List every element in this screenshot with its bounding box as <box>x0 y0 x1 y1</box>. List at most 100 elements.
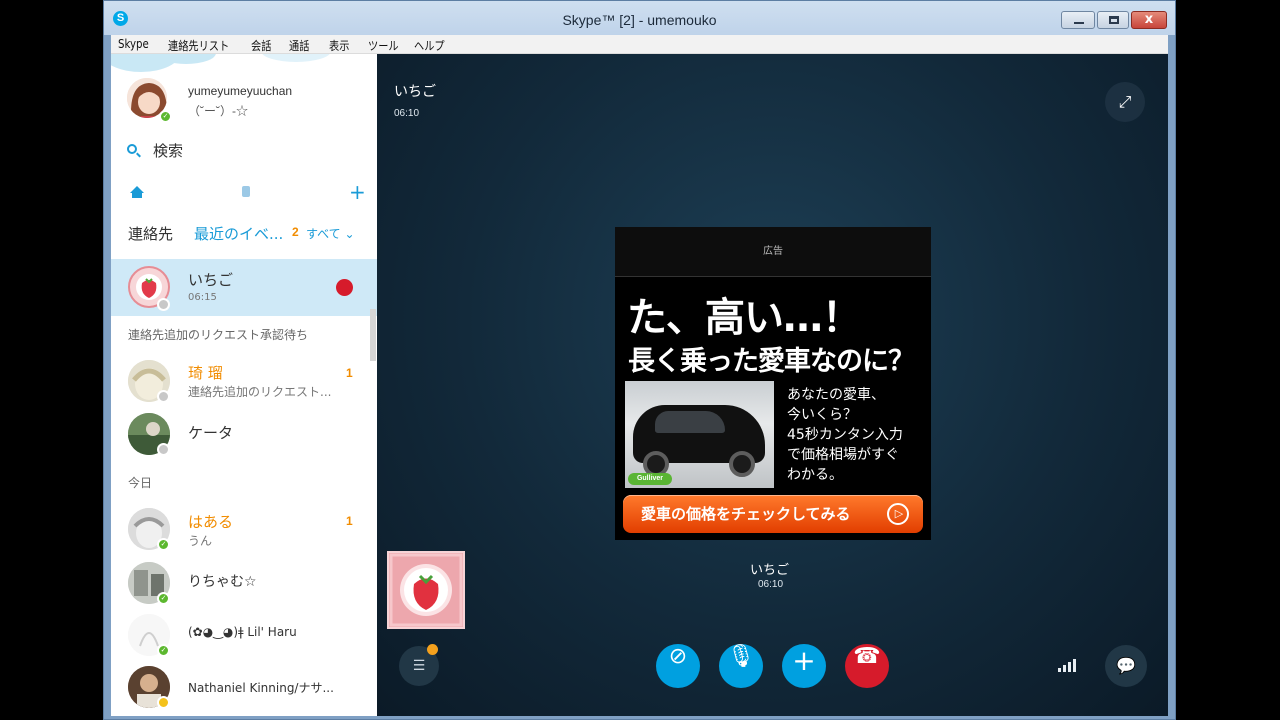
ad-cta-button[interactable]: 愛車の価格をチェックしてみる ▷ <box>623 495 923 533</box>
nav-toolbar: + <box>111 182 377 204</box>
ad-cta-label: 愛車の価格をチェックしてみる <box>641 505 851 523</box>
away-status-icon <box>157 696 170 709</box>
unread-badge: 1 <box>346 514 353 528</box>
unread-badge: 1 <box>346 366 353 380</box>
mute-button[interactable]: 🎙 <box>719 644 763 688</box>
menu-contacts[interactable]: 連絡先リスト <box>168 37 229 54</box>
fullscreen-button[interactable]: ⤢ <box>1105 82 1145 122</box>
skype-window: S Skype™ [2] - umemouko x Skype 連絡先リスト 会… <box>103 0 1176 720</box>
call-timer: 06:10 <box>394 108 420 119</box>
microphone-icon: 🎙 <box>727 644 755 669</box>
car-window-shape <box>655 411 725 433</box>
pending-status-icon <box>157 443 170 456</box>
close-button[interactable]: x <box>1131 11 1167 29</box>
filter-all-dropdown[interactable]: すべて ⌄ <box>306 225 355 242</box>
minimize-icon <box>1074 22 1084 24</box>
window-title: Skype™ [2] - umemouko <box>562 12 717 28</box>
video-toggle-button[interactable]: ⊘ <box>656 644 700 688</box>
menu-tools[interactable]: ツール <box>368 37 399 54</box>
contact-row[interactable]: ✓ (✿◕‿◕)ǂ Lil' Haru <box>111 610 377 662</box>
tab-recent[interactable]: 最近のイベ... <box>194 223 283 244</box>
search-icon <box>127 144 137 154</box>
contact-name: ケータ <box>188 424 234 442</box>
ad-car-image: Gulliver <box>625 381 774 488</box>
recent-count-badge: 2 <box>292 225 299 239</box>
cloud-decoration <box>261 54 331 62</box>
add-to-call-button[interactable]: + <box>782 644 826 688</box>
pending-status-icon <box>157 298 170 311</box>
hang-up-icon[interactable] <box>336 279 353 296</box>
online-status-icon: ✓ <box>157 592 170 605</box>
tab-contacts[interactable]: 連絡先 <box>128 223 173 244</box>
fullscreen-icon: ⤢ <box>1118 92 1132 111</box>
contact-status-text: 連絡先追加のリクエスト... <box>188 385 332 399</box>
add-contact-icon[interactable]: + <box>349 182 366 202</box>
active-call-row[interactable]: いちご 06:15 <box>111 259 377 316</box>
menu-bar: Skype 連絡先リスト 会話 通話 表示 ツール ヘルプ <box>111 35 1168 54</box>
profile-mood[interactable]: （˘ー˘）-☆ <box>188 102 248 119</box>
contact-status-text: うん <box>188 534 213 548</box>
contact-name: 琦 瑠 <box>188 364 223 382</box>
minimize-button[interactable] <box>1061 11 1095 29</box>
chat-icon: 💬 <box>1116 656 1136 675</box>
ad-subheadline: 長く乗った愛車なのに？ <box>628 346 915 377</box>
menu-view[interactable]: 表示 <box>329 37 349 54</box>
plus-icon: + <box>792 644 816 677</box>
home-icon[interactable] <box>130 186 144 198</box>
ad-body-line: 今いくら？ <box>787 407 857 423</box>
contact-name: (✿◕‿◕)ǂ Lil' Haru <box>188 625 297 639</box>
play-arrow-icon: ▷ <box>887 503 909 525</box>
contact-name: Nathaniel Kinning/ナサ... <box>188 681 334 695</box>
ad-body: あなたの愛車、 今いくら？ 45秒カンタン入力 で価格相場がすぐ わかる。 <box>787 385 927 485</box>
dial-pad-icon[interactable] <box>242 186 250 197</box>
menu-call[interactable]: 通話 <box>289 37 309 54</box>
online-status-icon: ✓ <box>159 110 172 123</box>
call-stage: いちご 06:10 ⤢ 広告 た、高い…！ 長く乗った愛車なのに？ Gulliv… <box>377 54 1168 716</box>
section-pending: 連絡先追加のリクエスト承認待ち <box>128 328 309 342</box>
caller-name: いちご <box>394 84 436 100</box>
contact-row[interactable]: ✓ りちゃむ☆ <box>111 558 377 610</box>
contact-name: はある <box>188 513 234 531</box>
sidebar: ✓ yumeyumeyuuchan （˘ー˘）-☆ 検索 + 連絡先 最近のイベ… <box>111 54 377 716</box>
menu-conversation[interactable]: 会話 <box>251 37 271 54</box>
ad-body-line: わかる。 <box>787 467 843 483</box>
video-off-icon: ⊘ <box>668 644 688 669</box>
car-wheel <box>729 451 755 477</box>
maximize-button[interactable] <box>1097 11 1129 29</box>
self-video-preview[interactable] <box>387 551 465 629</box>
chat-button[interactable]: 💬 <box>1105 645 1147 687</box>
hang-up-button[interactable]: ☎ <box>845 644 889 688</box>
menu-skype[interactable]: Skype <box>118 37 149 51</box>
contact-row[interactable]: ✓ はある うん 1 <box>111 502 377 558</box>
notification-dot <box>427 644 438 655</box>
signal-strength-icon[interactable] <box>1058 656 1080 672</box>
contact-name: りちゃむ☆ <box>188 574 257 590</box>
contact-row[interactable]: Nathaniel Kinning/ナサ... <box>111 662 377 716</box>
menu-help[interactable]: ヘルプ <box>414 37 445 54</box>
ad-body-line: 45秒カンタン入力 <box>787 427 903 443</box>
maximize-icon <box>1109 16 1119 24</box>
call-duration: 06:15 <box>188 292 217 303</box>
callee-name: いちご <box>750 563 790 578</box>
call-list-button[interactable]: ☰ <box>399 644 439 686</box>
callee-timer: 06:10 <box>758 579 784 590</box>
search-box[interactable]: 検索 <box>111 136 377 162</box>
ad-body-line: あなたの愛車、 <box>787 387 885 403</box>
contact-row[interactable]: 琦 瑠 連絡先追加のリクエスト... 1 <box>111 354 377 410</box>
close-icon: x <box>1144 12 1154 27</box>
ad-body-line: で価格相場がすぐ <box>787 447 899 463</box>
advertisement[interactable]: 広告 た、高い…！ 長く乗った愛車なのに？ Gulliver あなたの愛車、 今… <box>615 227 931 540</box>
ad-brand-logo: Gulliver <box>628 473 672 485</box>
title-bar[interactable]: S Skype™ [2] - umemouko x <box>104 1 1175 35</box>
sidebar-header: ✓ yumeyumeyuuchan （˘ー˘）-☆ 検索 + 連絡先 最近のイベ… <box>111 54 377 254</box>
profile-username[interactable]: yumeyumeyuuchan <box>188 84 292 98</box>
contact-name: いちご <box>188 271 234 289</box>
online-status-icon: ✓ <box>157 538 170 551</box>
contact-tabs: 連絡先 最近のイベ... 2 すべて ⌄ <box>111 220 377 246</box>
contact-row[interactable]: ケータ <box>111 410 377 460</box>
section-today: 今日 <box>128 476 153 490</box>
search-label: 検索 <box>153 142 184 160</box>
ad-headline: た、高い…！ <box>627 295 862 341</box>
online-status-icon: ✓ <box>157 644 170 657</box>
ad-label: 広告 <box>615 227 931 277</box>
